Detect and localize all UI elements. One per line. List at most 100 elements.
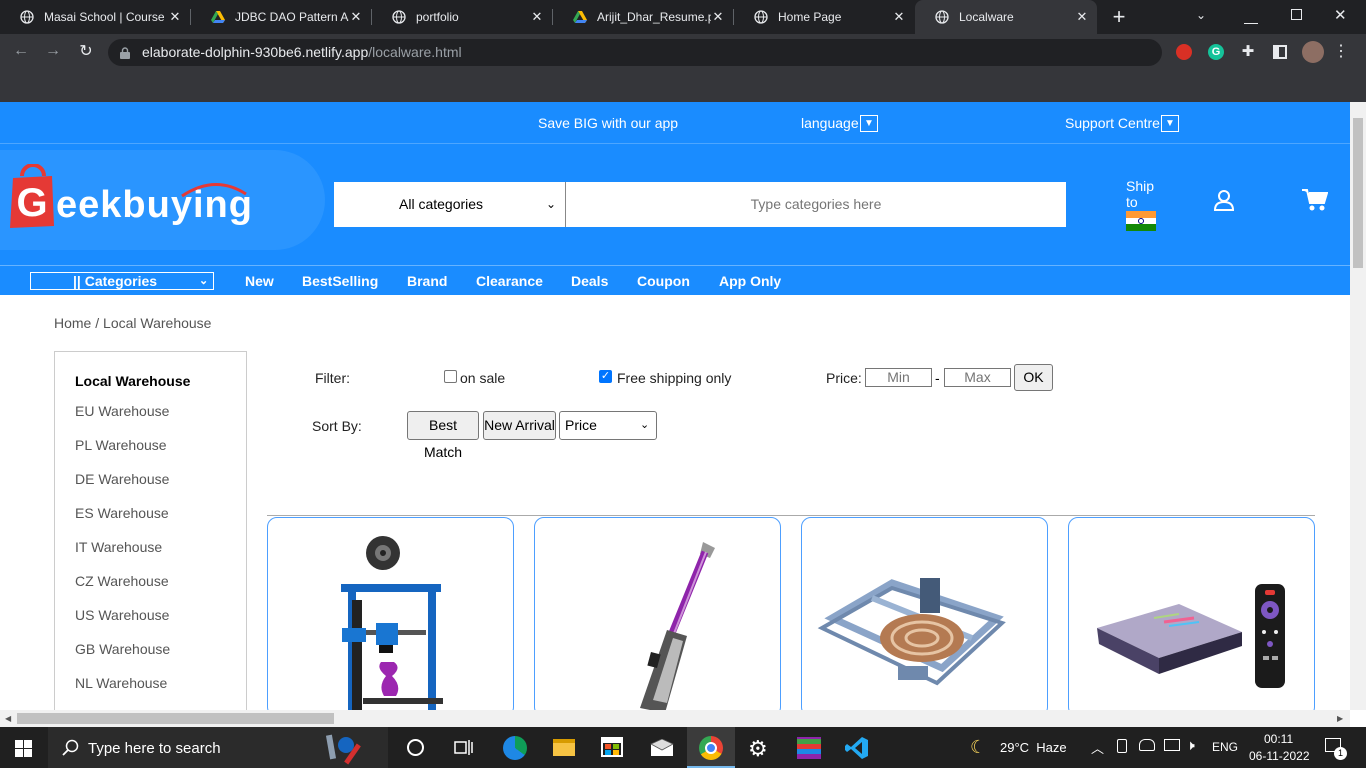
- window-close-icon[interactable]: ✕: [1334, 6, 1347, 24]
- close-icon[interactable]: ✕: [168, 9, 182, 25]
- cricket-icon: [325, 733, 362, 765]
- nav-clearance[interactable]: Clearance: [476, 273, 543, 289]
- sidebar-item-cz[interactable]: CZ Warehouse: [75, 573, 169, 589]
- nav-app-only[interactable]: App Only: [719, 273, 781, 289]
- side-panel-icon[interactable]: [1273, 45, 1287, 59]
- sidebar-item-us[interactable]: US Warehouse: [75, 607, 169, 623]
- nav-brand[interactable]: Brand: [407, 273, 447, 289]
- clock-date[interactable]: 06-11-2022: [1249, 749, 1310, 763]
- horizontal-scroll-thumb[interactable]: [17, 713, 334, 724]
- avatar[interactable]: [1302, 41, 1324, 63]
- breadcrumb-current: Local Warehouse: [103, 315, 212, 331]
- sidebar-item-pl[interactable]: PL Warehouse: [75, 437, 167, 453]
- taskbar-search-box[interactable]: Type here to search: [48, 727, 388, 768]
- new-arrival-button[interactable]: New Arrival: [483, 411, 556, 440]
- nav-new[interactable]: New: [245, 273, 274, 289]
- price-max-input[interactable]: Max: [944, 368, 1011, 387]
- windows-start-icon[interactable]: [15, 740, 32, 757]
- close-icon[interactable]: ✕: [892, 9, 906, 25]
- grammarly-icon[interactable]: G: [1208, 44, 1224, 60]
- product-card[interactable]: [801, 517, 1048, 710]
- settings-gear-icon[interactable]: ⚙: [748, 736, 768, 762]
- back-icon[interactable]: ←: [10, 42, 32, 60]
- close-icon[interactable]: ✕: [530, 9, 544, 25]
- address-bar[interactable]: elaborate-dolphin-930be6.netlify.app/loc…: [108, 39, 1162, 66]
- tray-device-icon[interactable]: [1117, 739, 1127, 753]
- floor-cleaner-icon: [640, 542, 715, 710]
- sort-by-label: Sort By:: [312, 418, 362, 434]
- cortana-icon[interactable]: [407, 739, 424, 756]
- price-min-input[interactable]: Min: [865, 368, 932, 387]
- page-viewport: Save BIG with our app language ▼ Support…: [0, 102, 1350, 710]
- clock-time[interactable]: 00:11: [1264, 732, 1293, 746]
- chevron-down-icon: ▼: [864, 118, 874, 129]
- vertical-scrollbar[interactable]: [1350, 102, 1366, 710]
- horizontal-scrollbar[interactable]: ◀ ▶: [0, 710, 1350, 727]
- sidebar-item-de[interactable]: DE Warehouse: [75, 471, 169, 487]
- breadcrumb-home[interactable]: Home: [54, 315, 91, 331]
- close-icon[interactable]: ✕: [711, 9, 725, 25]
- scroll-right-icon[interactable]: ▶: [1337, 714, 1343, 723]
- sidebar-item-gb[interactable]: GB Warehouse: [75, 641, 170, 657]
- india-flag-icon[interactable]: [1126, 211, 1156, 231]
- price-ok-button[interactable]: OK: [1014, 364, 1053, 391]
- sidebar-item-nl[interactable]: NL Warehouse: [75, 675, 167, 691]
- site-logo[interactable]: G eekbuying: [10, 164, 280, 236]
- language-indicator[interactable]: ENG: [1212, 740, 1238, 754]
- globe-icon: [20, 10, 34, 24]
- tab-home-page[interactable]: Home Page ✕: [734, 0, 914, 34]
- edge-icon[interactable]: [503, 736, 527, 760]
- tab-jdbc[interactable]: JDBC DAO Pattern Ass ✕: [191, 0, 371, 34]
- tray-chevron-up-icon[interactable]: ︿: [1091, 738, 1104, 757]
- task-view-icon[interactable]: [454, 739, 473, 756]
- reload-icon[interactable]: ↻: [75, 41, 97, 61]
- tab-search-chevron-icon[interactable]: ⌄: [1196, 8, 1206, 22]
- file-explorer-icon[interactable]: [553, 739, 575, 756]
- tab-portfolio[interactable]: portfolio ✕: [372, 0, 552, 34]
- nav-deals[interactable]: Deals: [571, 273, 608, 289]
- restore-icon[interactable]: [1291, 9, 1302, 20]
- close-icon[interactable]: ✕: [349, 9, 363, 25]
- cloud-icon[interactable]: [1139, 739, 1155, 751]
- best-match-button[interactable]: Best Match: [407, 411, 479, 460]
- close-icon[interactable]: ✕: [1075, 9, 1089, 25]
- forward-icon[interactable]: →: [42, 42, 64, 60]
- taskbar-chrome-active[interactable]: [687, 727, 735, 768]
- sidebar-item-it[interactable]: IT Warehouse: [75, 539, 162, 555]
- nav-bestselling[interactable]: BestSelling: [302, 273, 378, 289]
- sidebar-item-eu[interactable]: EU Warehouse: [75, 403, 169, 419]
- search-input[interactable]: Type categories here: [566, 182, 1066, 227]
- cart-icon[interactable]: [1302, 188, 1328, 212]
- nav-coupon[interactable]: Coupon: [637, 273, 690, 289]
- scroll-left-icon[interactable]: ◀: [5, 714, 11, 723]
- product-card[interactable]: [267, 517, 514, 710]
- weather-text[interactable]: 29°C Haze: [1000, 740, 1067, 755]
- tab-masai[interactable]: Masai School | Course ✕: [0, 0, 190, 34]
- user-icon[interactable]: [1213, 189, 1235, 211]
- on-sale-checkbox[interactable]: [444, 370, 457, 383]
- free-shipping-checkbox[interactable]: ✓: [599, 370, 612, 383]
- vscode-icon[interactable]: [845, 736, 869, 760]
- categories-dropdown[interactable]: || Categories ⌄: [30, 272, 214, 290]
- support-dropdown[interactable]: ▼: [1161, 115, 1179, 132]
- language-dropdown[interactable]: ▼: [860, 115, 878, 132]
- mail-icon[interactable]: [650, 739, 674, 757]
- product-card[interactable]: [1068, 517, 1315, 710]
- minimize-icon[interactable]: [1244, 10, 1258, 24]
- category-select[interactable]: All categories ⌄: [334, 182, 565, 227]
- puzzle-icon[interactable]: ✚: [1237, 42, 1259, 60]
- tab-resume[interactable]: Arijit_Dhar_Resume.pc ✕: [553, 0, 733, 34]
- network-icon[interactable]: [1164, 739, 1180, 751]
- app-promo-link[interactable]: Save BIG with our app: [538, 115, 678, 131]
- sidebar-item-es[interactable]: ES Warehouse: [75, 505, 169, 521]
- volume-icon[interactable]: 🕨: [1186, 737, 1195, 754]
- extension-stop-icon[interactable]: [1176, 44, 1192, 60]
- more-icon[interactable]: ⋮: [1330, 41, 1352, 61]
- product-card[interactable]: [534, 517, 781, 710]
- new-tab-button[interactable]: +: [1108, 4, 1130, 30]
- price-sort-select[interactable]: Price ⌄: [559, 411, 657, 440]
- tab-localware[interactable]: Localware ✕: [915, 0, 1097, 34]
- winrar-icon[interactable]: [797, 737, 821, 759]
- vertical-scroll-thumb[interactable]: [1353, 118, 1363, 268]
- store-icon[interactable]: [601, 737, 623, 757]
